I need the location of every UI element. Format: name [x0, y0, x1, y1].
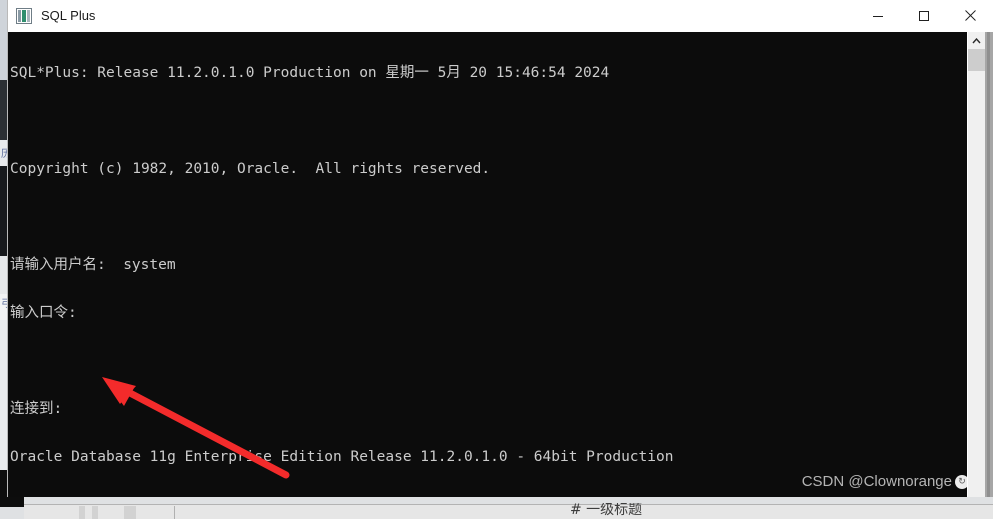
terminal-output: SQL*Plus: Release 11.2.0.1.0 Production …: [10, 33, 967, 498]
minimize-icon: [873, 15, 883, 17]
scroll-thumb[interactable]: [968, 49, 985, 71]
background-window-text: # 一级标题: [570, 503, 643, 518]
sqlplus-app-icon: [16, 7, 32, 24]
chevron-up-icon: [972, 37, 981, 43]
close-button[interactable]: [947, 0, 993, 31]
terminal-line: Copyright (c) 1982, 2010, Oracle. All ri…: [10, 161, 491, 177]
window-controls: [855, 0, 993, 31]
desktop-background: 历 弓, SQL Plus: [0, 0, 993, 519]
terminal-line: SQL*Plus: Release 11.2.0.1.0 Production …: [10, 65, 610, 81]
window-title: SQL Plus: [41, 8, 96, 23]
terminal-console[interactable]: SQL*Plus: Release 11.2.0.1.0 Production …: [8, 32, 993, 498]
terminal-line: 输入口令:: [10, 305, 77, 321]
background-window-toolbar: [24, 504, 993, 519]
watermark-text: CSDN @Clownorange: [801, 473, 952, 490]
terminal-line: 请输入用户名: system: [10, 257, 176, 273]
background-window-bottom: [0, 497, 993, 519]
maximize-icon: [919, 10, 929, 21]
window-right-border: [985, 32, 993, 498]
watermark: CSDN @Clownorange ↻: [802, 473, 969, 490]
sqlplus-window: SQL Plus SQL*Plus: Release 11.2.0.1.0 Pr…: [8, 0, 993, 498]
terminal-scrollbar[interactable]: [967, 32, 985, 498]
window-titlebar[interactable]: SQL Plus: [8, 0, 993, 32]
scroll-up-button[interactable]: [968, 32, 985, 49]
terminal-line: 连接到:: [10, 401, 63, 417]
background-window-shadow: [0, 497, 24, 507]
minimize-button[interactable]: [855, 0, 901, 31]
close-icon: [964, 10, 976, 21]
maximize-button[interactable]: [901, 0, 947, 31]
terminal-line: Oracle Database 11g Enterprise Edition R…: [10, 449, 674, 465]
